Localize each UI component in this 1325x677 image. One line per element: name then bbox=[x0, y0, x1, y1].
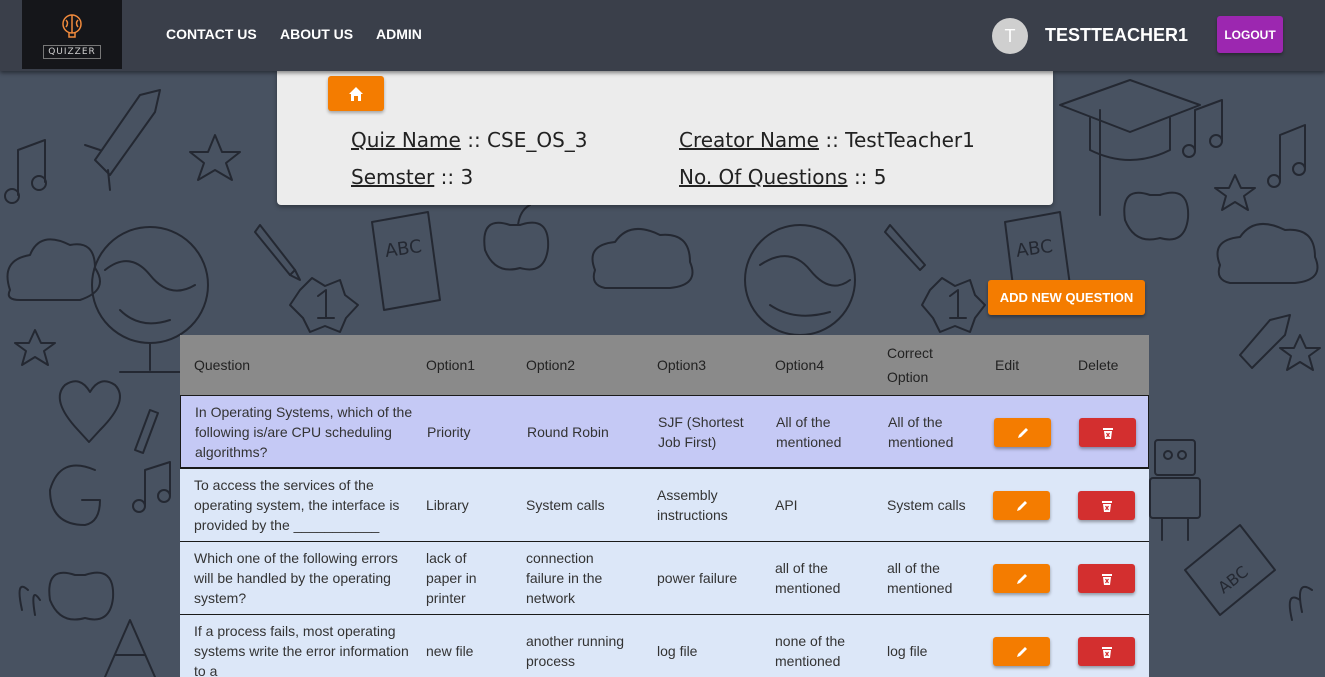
nav-contact-us[interactable]: CONTACT US bbox=[166, 26, 257, 42]
home-icon bbox=[349, 86, 363, 101]
delete-button[interactable] bbox=[1079, 418, 1136, 447]
nav-about-us[interactable]: ABOUT US bbox=[280, 26, 353, 42]
nav-admin[interactable]: ADMIN bbox=[376, 26, 422, 42]
option1-cell: lack of paper in printer bbox=[426, 550, 477, 606]
header-option4: Option4 bbox=[775, 357, 825, 373]
top-navbar: QUIZZER CONTACT US ABOUT US ADMIN T TEST… bbox=[0, 0, 1325, 71]
option2-cell: connection failure in the network bbox=[526, 550, 603, 606]
edit-button[interactable] bbox=[994, 418, 1051, 447]
pencil-icon bbox=[1016, 646, 1027, 657]
header-option2: Option2 bbox=[526, 357, 576, 373]
creator-name-label: Creator Name bbox=[679, 128, 819, 152]
trash-icon bbox=[1101, 646, 1112, 658]
svg-text:ABC: ABC bbox=[1015, 236, 1054, 262]
semester-label: Semster bbox=[351, 165, 435, 189]
table-header: Question Option1 Option2 Option3 Option4… bbox=[180, 335, 1149, 395]
trash-icon bbox=[1102, 427, 1113, 439]
quiz-name-label: Quiz Name bbox=[351, 128, 461, 152]
delete-button[interactable] bbox=[1078, 491, 1135, 520]
option1-cell: Library bbox=[426, 497, 469, 513]
header-correct-option: Correct Option bbox=[887, 345, 933, 385]
table-row[interactable]: Which one of the following errors will b… bbox=[180, 541, 1149, 614]
question-cell: In Operating Systems, which of the follo… bbox=[195, 403, 413, 460]
pencil-icon bbox=[1016, 573, 1027, 584]
option3-cell: Assembly instructions bbox=[657, 487, 728, 523]
quiz-name-line: Quiz Name :: CSE_OS_3 bbox=[351, 128, 588, 152]
header-question: Question bbox=[194, 357, 251, 373]
option3-cell: log file bbox=[657, 643, 698, 659]
add-new-question-button[interactable]: ADD NEW QUESTION bbox=[988, 280, 1145, 315]
brain-icon bbox=[62, 13, 82, 38]
option1-cell: new file bbox=[426, 643, 474, 659]
table-row[interactable]: In Operating Systems, which of the follo… bbox=[180, 395, 1149, 468]
option2-cell: System calls bbox=[526, 497, 605, 513]
question-cell: Which one of the following errors will b… bbox=[194, 550, 398, 606]
avatar[interactable]: T bbox=[992, 18, 1028, 54]
correct-option-cell: log file bbox=[887, 643, 928, 659]
option1-cell: Priority bbox=[427, 423, 471, 440]
correct-option-cell: System calls bbox=[887, 497, 966, 513]
option4-cell: all of the mentioned bbox=[775, 560, 841, 596]
delete-button[interactable] bbox=[1078, 637, 1135, 666]
pencil-icon bbox=[1016, 500, 1027, 511]
home-button[interactable] bbox=[328, 76, 384, 111]
semester-line: Semster :: 3 bbox=[351, 165, 473, 189]
num-questions-line: No. Of Questions :: 5 bbox=[679, 165, 887, 189]
table-row[interactable]: To access the services of the operating … bbox=[180, 468, 1149, 541]
semester-value: :: 3 bbox=[440, 165, 474, 189]
option4-cell: All of the mentioned bbox=[776, 413, 842, 450]
edit-button[interactable] bbox=[993, 491, 1050, 520]
option2-cell: Round Robin bbox=[527, 423, 609, 440]
svg-text:ABC: ABC bbox=[1214, 562, 1252, 597]
correct-option-cell: all of the mentioned bbox=[887, 560, 953, 596]
num-questions-label: No. Of Questions bbox=[679, 165, 848, 189]
header-edit: Edit bbox=[995, 357, 1020, 373]
logo-text: QUIZZER bbox=[43, 44, 101, 59]
question-cell: To access the services of the operating … bbox=[194, 477, 400, 533]
header-option3: Option3 bbox=[657, 357, 707, 373]
header-option1: Option1 bbox=[426, 357, 476, 373]
app-logo[interactable]: QUIZZER bbox=[22, 0, 122, 69]
correct-option-cell: All of the mentioned bbox=[888, 413, 954, 450]
num-questions-value: :: 5 bbox=[853, 165, 887, 189]
quiz-name-value: :: CSE_OS_3 bbox=[467, 128, 588, 152]
questions-table: Question Option1 Option2 Option3 Option4… bbox=[180, 335, 1149, 677]
option3-cell: SJF (Shortest Job First) bbox=[658, 413, 744, 450]
logout-button[interactable]: LOGOUT bbox=[1217, 16, 1283, 53]
option3-cell: power failure bbox=[657, 570, 738, 586]
quiz-info-card: Quiz Name :: CSE_OS_3 Creator Name :: Te… bbox=[277, 71, 1053, 205]
trash-icon bbox=[1101, 500, 1112, 512]
creator-name-value: :: TestTeacher1 bbox=[825, 128, 975, 152]
pencil-icon bbox=[1017, 427, 1028, 438]
creator-name-line: Creator Name :: TestTeacher1 bbox=[679, 128, 975, 152]
option4-cell: none of the mentioned bbox=[775, 633, 846, 669]
delete-button[interactable] bbox=[1078, 564, 1135, 593]
username: TESTTEACHER1 bbox=[1045, 25, 1189, 45]
question-cell: If a process fails, most operating syste… bbox=[194, 623, 409, 677]
edit-button[interactable] bbox=[993, 564, 1050, 593]
svg-text:ABC: ABC bbox=[384, 236, 423, 262]
edit-button[interactable] bbox=[993, 637, 1050, 666]
table-row[interactable]: If a process fails, most operating syste… bbox=[180, 614, 1149, 677]
option4-cell: API bbox=[775, 497, 798, 513]
option2-cell: another running process bbox=[526, 633, 625, 669]
header-delete: Delete bbox=[1078, 357, 1119, 373]
trash-icon bbox=[1101, 573, 1112, 585]
